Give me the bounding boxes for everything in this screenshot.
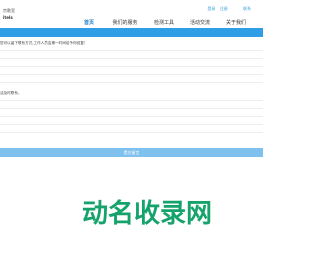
form-divider <box>0 82 263 83</box>
form-divider <box>0 124 263 125</box>
nav-item-label: 首页 <box>83 20 94 26</box>
nav-item-about[interactable]: 关于我们 <box>220 19 252 28</box>
site-header: 宗歌室 itels 登录 注册 联系 首页 我们的服务 检测工具 活动交流 关于… <box>0 0 263 29</box>
logo-line1: 宗歌室 <box>3 8 15 13</box>
form-divider <box>0 100 263 101</box>
top-links: 登录 注册 联系 <box>204 6 251 12</box>
nav-item-services[interactable]: 我们的服务 <box>106 19 144 28</box>
register-link[interactable]: 注册 <box>220 6 228 11</box>
form-divider <box>0 116 263 117</box>
nav-item-label: 活动交流 <box>189 20 210 26</box>
nav-item-tools[interactable]: 检测工具 <box>148 19 180 28</box>
form-divider <box>0 66 263 67</box>
form-note: 活及时联系。 <box>0 91 22 95</box>
site-watermark: 动名收录网 <box>82 198 212 229</box>
logo-line2: itels <box>3 15 13 20</box>
main-nav: 首页 我们的服务 检测工具 活动交流 关于我们 <box>78 19 263 29</box>
form-divider <box>0 108 263 109</box>
nav-item-label: 关于我们 <box>225 20 246 26</box>
nav-item-home[interactable]: 首页 <box>78 19 100 29</box>
form-divider <box>0 132 263 133</box>
nav-item-events[interactable]: 活动交流 <box>184 19 216 28</box>
form-divider <box>0 50 263 51</box>
form-divider <box>0 58 263 59</box>
site-logo[interactable]: 宗歌室 itels <box>0 8 15 22</box>
contact-link[interactable]: 联系 <box>243 6 251 11</box>
nav-item-label: 我们的服务 <box>112 20 138 26</box>
submit-message-button[interactable]: 提交留言 <box>0 148 263 157</box>
form-divider <box>0 74 263 75</box>
form-hint: 您可以留下联系方式,工作人员会第一时间给予你回复！ <box>0 41 88 45</box>
hero-banner-bar <box>0 28 263 37</box>
login-link[interactable]: 登录 <box>207 6 215 11</box>
nav-item-label: 检测工具 <box>153 20 174 26</box>
watermark-text: 动名收录网 <box>82 198 212 229</box>
